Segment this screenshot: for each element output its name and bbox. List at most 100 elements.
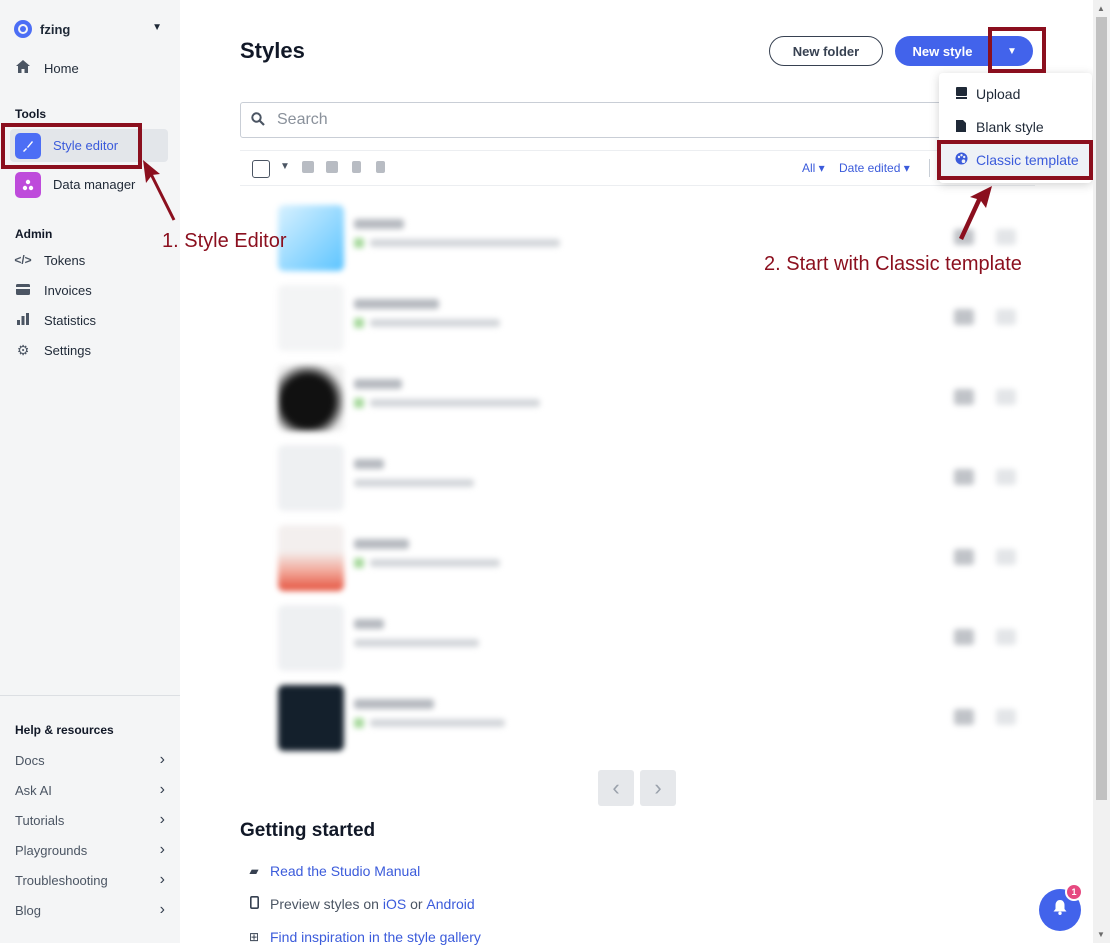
style-row[interactable]	[278, 365, 1038, 431]
chevron-right-icon: ›	[159, 901, 165, 918]
tools-section-title: Tools	[15, 107, 47, 121]
row-action[interactable]	[996, 629, 1016, 645]
chevron-right-icon: ›	[654, 775, 662, 800]
next-page-button[interactable]: ›	[640, 770, 676, 806]
grid-icon: ⊞	[248, 930, 260, 944]
menu-item-upload[interactable]: Upload	[939, 78, 1092, 110]
style-thumbnail	[278, 605, 344, 671]
row-action[interactable]	[954, 709, 974, 725]
row-action[interactable]	[996, 549, 1016, 565]
row-action[interactable]	[996, 309, 1016, 325]
row-title	[354, 619, 384, 629]
code-icon: </>	[14, 253, 32, 267]
help-item-label: Troubleshooting	[15, 872, 108, 888]
filter-all-dropdown[interactable]: All ▾	[802, 161, 825, 175]
help-item-docs[interactable]: Docs ›	[15, 749, 165, 771]
sidebar-item-invoices[interactable]: Invoices	[14, 278, 92, 302]
scroll-up-icon[interactable]: ▲	[1097, 4, 1105, 13]
sidebar-item-label: Settings	[44, 342, 91, 358]
row-action[interactable]	[954, 549, 974, 565]
menu-item-blank-style[interactable]: Blank style	[939, 111, 1092, 143]
chevron-right-icon: ›	[159, 751, 165, 768]
style-thumbnail	[278, 445, 344, 511]
row-title	[354, 379, 402, 389]
help-item-ask-ai[interactable]: Ask AI ›	[15, 779, 165, 801]
move-folder-icon[interactable]	[302, 161, 314, 173]
status-dot	[354, 318, 364, 328]
row-title	[354, 299, 439, 309]
notification-count-badge: 1	[1065, 883, 1083, 901]
row-meta	[370, 399, 540, 407]
previous-page-button[interactable]: ‹	[598, 770, 634, 806]
style-row[interactable]	[278, 445, 1038, 511]
row-action[interactable]	[996, 229, 1016, 245]
annotation-box-style-editor	[1, 123, 142, 169]
help-item-playgrounds[interactable]: Playgrounds ›	[15, 839, 165, 861]
search-input[interactable]	[277, 111, 877, 129]
help-item-label: Playgrounds	[15, 842, 88, 858]
style-thumbnail	[278, 205, 344, 271]
row-action[interactable]	[954, 629, 974, 645]
row-meta	[370, 239, 560, 247]
divider	[0, 695, 180, 696]
row-action[interactable]	[954, 469, 974, 485]
caret-down-icon: ▼	[152, 22, 162, 33]
search-box	[240, 102, 960, 138]
account-name: fzing	[40, 21, 71, 37]
style-row[interactable]	[278, 605, 1038, 671]
ios-link[interactable]: iOS	[383, 896, 406, 912]
sidebar-item-tokens[interactable]: </> Tokens	[14, 248, 85, 272]
help-item-tutorials[interactable]: Tutorials ›	[15, 809, 165, 831]
sort-dropdown[interactable]: Date edited ▾	[839, 161, 910, 175]
studio-manual-link[interactable]: Read the Studio Manual	[270, 863, 420, 879]
row-action[interactable]	[996, 709, 1016, 725]
annotation-step2: 2. Start with Classic template	[764, 253, 1022, 275]
sidebar-item-home[interactable]: Home	[14, 56, 79, 80]
row-action[interactable]	[954, 389, 974, 405]
account-switcher[interactable]: fzing ▼	[14, 18, 166, 40]
android-link[interactable]: Android	[426, 896, 474, 912]
row-action[interactable]	[954, 309, 974, 325]
row-title	[354, 539, 409, 549]
new-style-button[interactable]: New style	[895, 44, 990, 59]
style-row[interactable]	[278, 525, 1038, 591]
row-action[interactable]	[996, 469, 1016, 485]
select-all-checkbox[interactable]	[252, 160, 270, 178]
chevron-left-icon: ‹	[612, 775, 620, 800]
row-action[interactable]	[996, 389, 1016, 405]
sidebar-item-label: Home	[44, 60, 79, 76]
row-title	[354, 459, 384, 469]
scroll-down-icon[interactable]: ▼	[1097, 930, 1105, 939]
status-dot	[354, 398, 364, 408]
trash-icon[interactable]	[376, 161, 385, 173]
help-item-blog[interactable]: Blog ›	[15, 899, 165, 921]
style-row[interactable]	[278, 685, 1038, 751]
row-meta	[370, 319, 500, 327]
row-action[interactable]	[954, 229, 974, 245]
gs-item-preview: Preview styles on iOS or Android	[247, 896, 475, 912]
row-meta	[354, 479, 474, 487]
sidebar-item-label: Statistics	[44, 312, 97, 328]
select-caret-icon[interactable]: ▼	[280, 161, 290, 172]
vertical-scrollbar[interactable]: ▲ ▼	[1093, 0, 1110, 943]
new-folder-button[interactable]: New folder	[769, 36, 883, 66]
sidebar-item-label: Invoices	[44, 282, 92, 298]
help-item-troubleshooting[interactable]: Troubleshooting ›	[15, 869, 165, 891]
style-thumbnail	[278, 525, 344, 591]
gear-icon: ⚙	[16, 341, 30, 358]
duplicate-icon[interactable]	[326, 161, 338, 173]
help-item-label: Docs	[15, 752, 45, 768]
status-dot	[354, 558, 364, 568]
status-dot	[354, 718, 364, 728]
style-row[interactable]	[278, 285, 1038, 351]
sidebar-item-statistics[interactable]: Statistics	[14, 308, 96, 332]
menu-item-label: Blank style	[976, 119, 1044, 135]
filter-all-label: All	[802, 161, 816, 175]
home-icon	[14, 60, 32, 76]
scrollbar-thumb[interactable]	[1096, 17, 1107, 800]
sidebar-item-data-manager[interactable]: Data manager	[10, 168, 168, 201]
sidebar-item-settings[interactable]: ⚙ Settings	[14, 338, 91, 362]
lock-icon[interactable]	[352, 161, 361, 173]
row-meta	[370, 559, 500, 567]
chevron-right-icon: ›	[159, 841, 165, 858]
